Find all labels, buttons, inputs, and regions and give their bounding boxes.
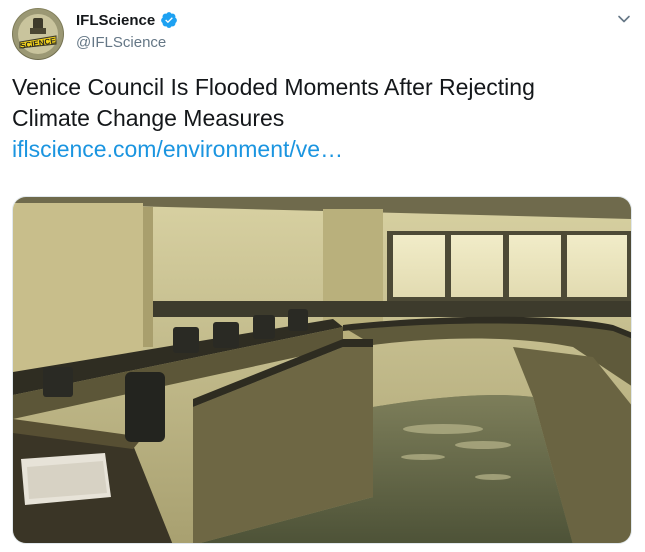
tweet-link[interactable]: iflscience.com/environment/ve… bbox=[12, 134, 612, 165]
photo-icon bbox=[13, 197, 631, 543]
author-block: IFLScience @IFLScience bbox=[76, 11, 178, 51]
avatar-logo-icon: SCIENCE bbox=[13, 9, 63, 59]
chevron-down-icon[interactable] bbox=[617, 12, 631, 26]
tweet-photo[interactable] bbox=[12, 196, 632, 544]
verified-badge-icon bbox=[161, 12, 178, 28]
tweet-body: Venice Council Is Flooded Moments After … bbox=[12, 74, 535, 131]
tweet-text: Venice Council Is Flooded Moments After … bbox=[12, 72, 612, 165]
avatar[interactable]: SCIENCE bbox=[12, 8, 64, 60]
handle[interactable]: @IFLScience bbox=[76, 34, 178, 51]
name-row: IFLScience bbox=[76, 11, 178, 29]
tweet-card: SCIENCE IFLScience @IFLScience Venice Co… bbox=[0, 0, 645, 552]
display-name[interactable]: IFLScience bbox=[76, 12, 155, 29]
